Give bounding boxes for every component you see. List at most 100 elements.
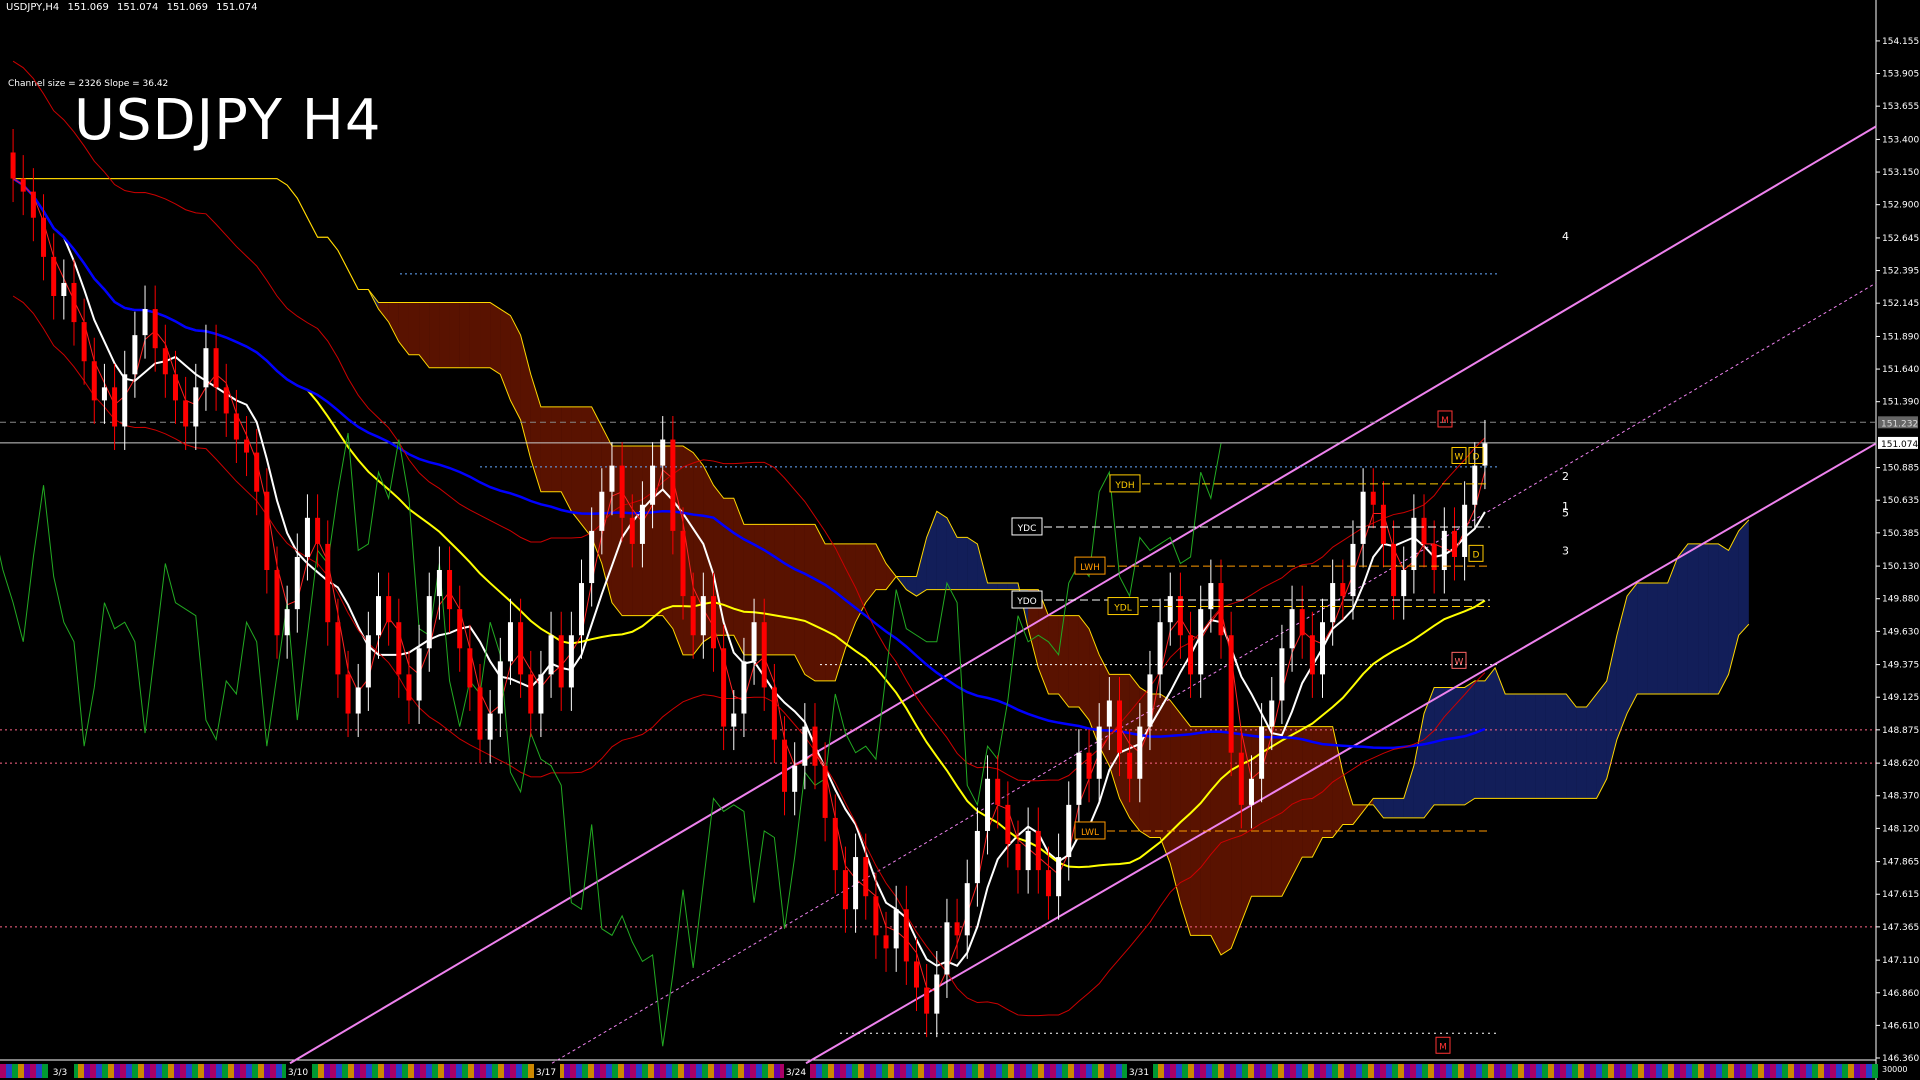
cloud-segment <box>1627 583 1638 714</box>
volume-strip-cell <box>750 1064 756 1078</box>
candle-body <box>142 309 148 336</box>
candle-body <box>497 661 503 714</box>
volume-strip-cell <box>192 1064 198 1078</box>
cloud-segment <box>1210 726 1222 955</box>
volume-strip-cell <box>1290 1064 1296 1078</box>
volume-strip-cell <box>1068 1064 1074 1078</box>
volume-strip-cell <box>1620 1064 1626 1078</box>
volume-strip-cell <box>1236 1064 1242 1078</box>
candle-body <box>1289 609 1295 649</box>
cloud-segment <box>1332 726 1343 838</box>
candle-body <box>995 778 1001 805</box>
volume-strip-cell <box>1398 1064 1404 1078</box>
volume-strip-cell <box>858 1064 864 1078</box>
volume-strip-cell <box>1476 1064 1482 1078</box>
marker-label: M <box>1441 416 1449 426</box>
candle-body <box>873 896 879 936</box>
cloud-segment <box>1515 693 1526 799</box>
cloud-segment <box>1586 693 1597 799</box>
volume-strip-cell <box>174 1064 180 1078</box>
candle-body <box>1451 530 1457 557</box>
candle-body <box>315 517 321 544</box>
candle-body <box>924 987 930 1014</box>
marker-label: W <box>1455 657 1464 667</box>
date-label: 3/24 <box>786 1068 806 1078</box>
volume-strip-cell <box>0 1064 6 1078</box>
cloud-segment <box>1373 798 1384 818</box>
cloud-segment <box>408 302 420 355</box>
cloud-segment <box>429 302 440 368</box>
cloud-segment <box>814 524 826 681</box>
candle-body <box>913 961 919 988</box>
volume-strip-cell <box>246 1064 252 1078</box>
volume-strip-cell <box>714 1064 720 1078</box>
cloud-segment <box>1657 583 1668 694</box>
volume-strip-cell <box>1812 1064 1818 1078</box>
y-tick-label: 146.610 <box>1882 1021 1919 1031</box>
volume-strip-cell <box>1596 1064 1602 1078</box>
candle-body <box>61 282 67 297</box>
volume-strip-cell <box>1002 1064 1008 1078</box>
volume-strip-cell <box>642 1064 648 1078</box>
cloud-segment <box>581 406 592 538</box>
candle-body <box>223 387 229 414</box>
candle-body <box>1106 700 1112 727</box>
volume-strip-cell <box>1806 1064 1812 1078</box>
volume-strip-cell <box>1560 1064 1566 1078</box>
candle-body <box>1157 622 1163 675</box>
price-chart[interactable]: 154.155 153.905 153.655 153.400 153.150 152.9… <box>0 0 1920 1080</box>
volume-strip-cell <box>180 1064 186 1078</box>
volume-strip-cell <box>252 1064 258 1078</box>
volume-strip-cell <box>1632 1064 1638 1078</box>
volume-strip-cell <box>924 1064 930 1078</box>
volume-strip-cell <box>942 1064 948 1078</box>
volume-strip-cell <box>1698 1064 1704 1078</box>
volume-strip-cell <box>1092 1064 1098 1078</box>
cloud-segment <box>865 543 876 603</box>
volume-strip-cell <box>1038 1064 1044 1078</box>
volume-strip-cell <box>1860 1064 1866 1078</box>
volume-strip-cell <box>114 1064 120 1078</box>
volume-strip-cell <box>1494 1064 1500 1078</box>
volume-strip-cell <box>162 1064 168 1078</box>
volume-strip-cell <box>1758 1064 1764 1078</box>
candle-body <box>457 609 463 649</box>
cloud-segment <box>804 524 815 681</box>
cloud-segment <box>1068 615 1079 708</box>
candle-body <box>447 570 453 610</box>
volume-strip-cell <box>1224 1064 1230 1078</box>
y-tick-label: 153.150 <box>1882 168 1919 178</box>
volume-strip-cell <box>1824 1064 1830 1078</box>
volume-strip-cell <box>1650 1064 1656 1078</box>
volume-strip-cell <box>102 1064 108 1078</box>
volume-strip-cell <box>846 1064 852 1078</box>
volume-strip-cell <box>978 1064 984 1078</box>
candle-body <box>122 374 128 427</box>
cloud-segment <box>845 543 856 649</box>
candle-body <box>1269 700 1275 727</box>
volume-strip-cell <box>618 1064 624 1078</box>
volume-strip-cell <box>1338 1064 1344 1078</box>
candle-body <box>1035 830 1041 871</box>
cloud-segment <box>449 302 460 368</box>
volume-strip-cell <box>840 1064 846 1078</box>
volume-strip-cell <box>270 1064 276 1078</box>
candle-body <box>538 674 544 714</box>
volume-strip-cell <box>1566 1064 1572 1078</box>
volume-strip-cell <box>1284 1064 1290 1078</box>
cloud-segment <box>1637 583 1648 694</box>
candle-body <box>690 596 696 636</box>
level-label: YDH <box>1114 481 1134 491</box>
cloud-segment <box>540 406 552 492</box>
volume-strip-cell <box>564 1064 570 1078</box>
cloud-segment <box>1058 615 1069 708</box>
candle-body <box>670 439 676 531</box>
volume-strip-cell <box>1722 1064 1728 1078</box>
candle-body <box>842 870 848 910</box>
volume-strip-cell <box>1800 1064 1806 1078</box>
y-tick-label: 151.390 <box>1882 398 1919 408</box>
band-line <box>12 295 1486 1017</box>
volume-strip-cell <box>1062 1064 1068 1078</box>
cloud-segment <box>936 511 947 590</box>
volume-strip-cell <box>1662 1064 1668 1078</box>
